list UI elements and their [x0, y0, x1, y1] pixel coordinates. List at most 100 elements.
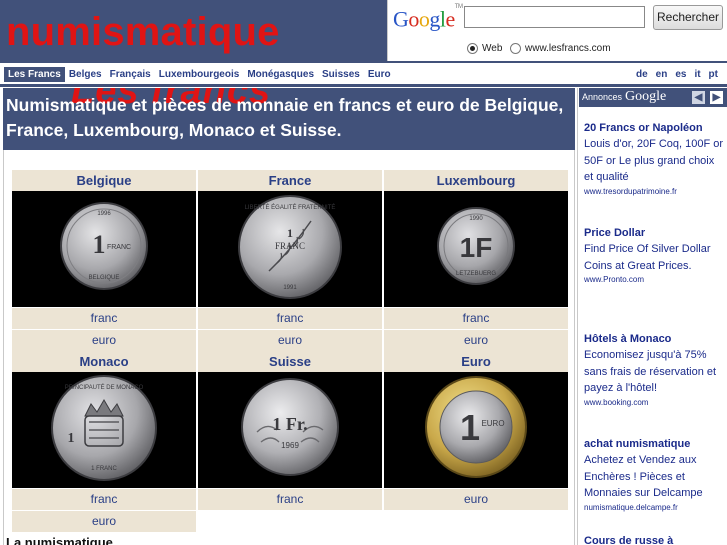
- link-euro-euro[interactable]: euro: [384, 489, 568, 510]
- svg-text:PRINCIPAUTÉ DE MONACO: PRINCIPAUTÉ DE MONACO: [64, 384, 143, 391]
- country-row: Belgique France Luxembourg: [12, 170, 568, 191]
- ad-item[interactable]: 20 Francs or Napoléon Louis d'or, 20F Co…: [584, 120, 724, 198]
- ad-url[interactable]: numismatique.delcampe.fr: [584, 502, 724, 514]
- svg-text:1 Fr.: 1 Fr.: [272, 414, 307, 434]
- main-content: Belgique France Luxembourg 1 FRANC 1996 …: [3, 150, 575, 545]
- ad-title[interactable]: Price Dollar: [584, 225, 724, 241]
- header: numismatique GoogleTM Rechercher Web www…: [0, 0, 727, 63]
- svg-text:LIBERTÉ ÉGALITÉ FRATERNITÉ: LIBERTÉ ÉGALITÉ FRATERNITÉ: [244, 204, 335, 211]
- chevron-right-icon[interactable]: ▶: [710, 91, 723, 104]
- site-title[interactable]: numismatique: [6, 8, 280, 56]
- coin-photo-suisse[interactable]: 1 Fr. 1969: [198, 372, 382, 488]
- country-monaco[interactable]: Monaco: [12, 351, 196, 372]
- ad-title[interactable]: 20 Francs or Napoléon: [584, 120, 724, 136]
- ad-item[interactable]: Price Dollar Find Price Of Silver Dollar…: [584, 225, 724, 286]
- ads-label: Annonces: [582, 92, 623, 102]
- link-belgique-franc[interactable]: franc: [12, 308, 196, 329]
- coin-photo-luxembourg[interactable]: 1F 1990 LETZEBUERG: [384, 191, 568, 307]
- coin-monaco-image: 1 PRINCIPAUTÉ DE MONACO 1 FRANC: [50, 375, 157, 481]
- svg-text:1: 1: [92, 230, 105, 259]
- ad-url[interactable]: www.tresordupatrimoine.fr: [584, 186, 724, 198]
- link-france-euro[interactable]: euro: [198, 330, 382, 351]
- radio-site[interactable]: www.lesfrancs.com: [510, 41, 611, 55]
- nav-bar: Les Francs Belges Français Luxembourgeoi…: [0, 63, 727, 87]
- ad-item[interactable]: achat numismatique Achetez et Vendez aux…: [584, 436, 724, 514]
- ad-body[interactable]: Economisez jusqu'à 75% sans frais de rés…: [584, 347, 724, 397]
- country-belgique[interactable]: Belgique: [12, 170, 196, 191]
- svg-text:1969: 1969: [281, 441, 299, 450]
- photo-row: 1 FRANC 1996 BELGIQUE 1 FRANC LIBERTÉ ÉG…: [12, 191, 568, 307]
- lang-es[interactable]: es: [672, 67, 689, 82]
- ad-item[interactable]: Cours de russe à: [584, 533, 724, 545]
- country-suisse[interactable]: Suisse: [198, 351, 382, 372]
- link-belgique-euro[interactable]: euro: [12, 330, 196, 351]
- svg-text:1 FRANC: 1 FRANC: [91, 466, 117, 472]
- google-logo: GoogleTM: [393, 4, 463, 32]
- link-suisse-franc[interactable]: franc: [198, 489, 382, 510]
- svg-text:BELGIQUE: BELGIQUE: [88, 275, 119, 281]
- ad-body[interactable]: Achetez et Vendez aux Enchères ! Pièces …: [584, 452, 724, 502]
- svg-text:1: 1: [459, 407, 479, 448]
- coin-belgique-image: 1 FRANC 1996 BELGIQUE: [59, 202, 148, 290]
- ad-body[interactable]: Louis d'or, 20F Coq, 100F or 50F or Le p…: [584, 136, 724, 186]
- search-input[interactable]: [464, 6, 645, 28]
- photo-row-2: 1 PRINCIPAUTÉ DE MONACO 1 FRANC 1 Fr. 19…: [12, 372, 568, 488]
- country-row-2: Monaco Suisse Euro: [12, 351, 568, 372]
- empty-cell: [198, 511, 382, 532]
- coin-table: Belgique France Luxembourg 1 FRANC 1996 …: [10, 170, 570, 532]
- ad-body[interactable]: Find Price Of Silver Dollar Coins at Gre…: [584, 241, 724, 274]
- radio-web[interactable]: Web: [467, 41, 502, 55]
- nav-menu: Les Francs Belges Français Luxembourgeoi…: [4, 67, 395, 82]
- ad-title[interactable]: achat numismatique: [584, 436, 724, 452]
- nav-item-luxembourgeois[interactable]: Luxembourgeois: [155, 67, 244, 82]
- lang-pt[interactable]: pt: [706, 67, 721, 82]
- radio-site-label: www.lesfrancs.com: [525, 42, 611, 54]
- ads-header: Annonces Google ◀ ▶: [579, 88, 727, 107]
- chevron-left-icon[interactable]: ◀: [692, 91, 705, 104]
- lang-de[interactable]: de: [633, 67, 651, 82]
- nav-item-suisses[interactable]: Suisses: [318, 67, 364, 82]
- banner-heading: Numismatique et pièces de monnaie en fra…: [6, 95, 564, 140]
- nav-item-euro[interactable]: Euro: [364, 67, 395, 82]
- nav-item-francais[interactable]: Français: [106, 67, 155, 82]
- link-monaco-euro[interactable]: euro: [12, 511, 196, 532]
- country-luxembourg[interactable]: Luxembourg: [384, 170, 568, 191]
- language-menu: de en es it pt: [631, 67, 721, 82]
- ad-item[interactable]: Hôtels à Monaco Economisez jusqu'à 75% s…: [584, 331, 724, 409]
- ad-url[interactable]: www.Pronto.com: [584, 274, 724, 286]
- nav-item-belges[interactable]: Belges: [65, 67, 106, 82]
- ad-title[interactable]: Hôtels à Monaco: [584, 331, 724, 347]
- nav-item-les-francs[interactable]: Les Francs: [4, 67, 65, 82]
- nav-item-monegasques[interactable]: Monégasques: [243, 67, 318, 82]
- coin-photo-france[interactable]: 1 FRANC LIBERTÉ ÉGALITÉ FRATERNITÉ 1991: [198, 191, 382, 307]
- coin-euro-image: 1 EURO: [424, 376, 527, 478]
- radio-button-selected[interactable]: [467, 42, 478, 54]
- svg-text:EURO: EURO: [481, 419, 504, 428]
- svg-text:1991: 1991: [283, 285, 297, 291]
- euro-link-row: euro euro euro: [12, 330, 568, 351]
- ad-title[interactable]: Cours de russe à: [584, 533, 724, 545]
- page: numismatique GoogleTM Rechercher Web www…: [0, 0, 727, 545]
- link-monaco-franc[interactable]: franc: [12, 489, 196, 510]
- svg-text:FRANC: FRANC: [106, 244, 130, 251]
- coin-photo-euro[interactable]: 1 EURO: [384, 372, 568, 488]
- link-luxembourg-euro[interactable]: euro: [384, 330, 568, 351]
- coin-luxembourg-image: 1F 1990 LETZEBUERG: [436, 207, 515, 285]
- section-heading-partial: La numismatique: [6, 535, 113, 545]
- franc-link-row: franc franc franc: [12, 308, 568, 329]
- country-euro[interactable]: Euro: [384, 351, 568, 372]
- country-france[interactable]: France: [198, 170, 382, 191]
- ads-google-logo[interactable]: Google: [625, 89, 666, 105]
- svg-text:FRANC: FRANC: [274, 241, 304, 251]
- radio-button[interactable]: [510, 42, 521, 54]
- lang-it[interactable]: it: [691, 67, 703, 82]
- lang-en[interactable]: en: [653, 67, 671, 82]
- coin-photo-belgique[interactable]: 1 FRANC 1996 BELGIQUE: [12, 191, 196, 307]
- coin-suisse-image: 1 Fr. 1969: [240, 378, 339, 476]
- search-button[interactable]: Rechercher: [653, 5, 723, 30]
- link-luxembourg-franc[interactable]: franc: [384, 308, 568, 329]
- coin-photo-monaco[interactable]: 1 PRINCIPAUTÉ DE MONACO 1 FRANC: [12, 372, 196, 488]
- link-france-franc[interactable]: franc: [198, 308, 382, 329]
- ad-url[interactable]: www.booking.com: [584, 397, 724, 409]
- coin-france-image: 1 FRANC LIBERTÉ ÉGALITÉ FRATERNITÉ 1991: [237, 195, 342, 299]
